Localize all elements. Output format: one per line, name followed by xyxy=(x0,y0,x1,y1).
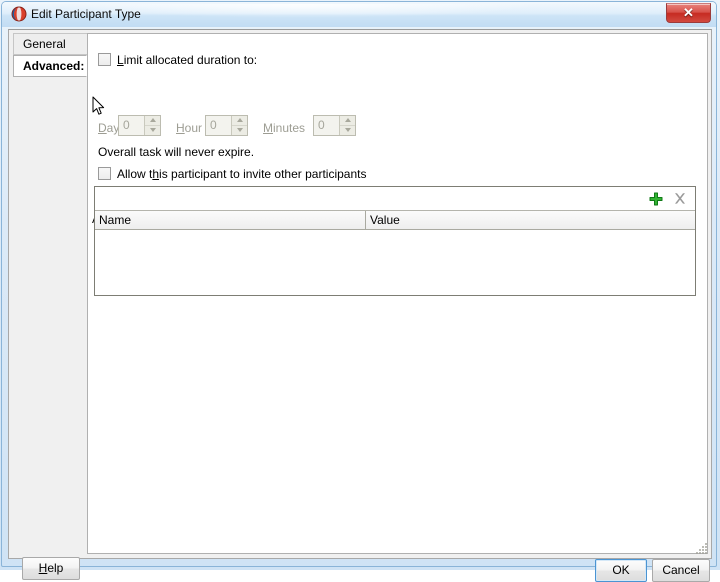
column-header-value[interactable]: Value xyxy=(366,211,695,229)
allow-invite-checkbox[interactable] xyxy=(98,167,111,180)
day-spinner-buttons[interactable] xyxy=(144,116,160,135)
day-spinner-down-icon[interactable] xyxy=(145,126,160,136)
minutes-spinner-down-icon[interactable] xyxy=(340,126,355,136)
help-text: elp xyxy=(47,561,64,575)
hour-text: our xyxy=(184,121,203,135)
column-header-name[interactable]: Name xyxy=(95,211,366,229)
tab-general-label: General xyxy=(23,37,66,51)
ok-button[interactable]: OK xyxy=(595,559,647,582)
help-button[interactable]: Help xyxy=(22,557,80,580)
limit-duration-checkbox[interactable] xyxy=(98,53,111,66)
close-icon: ✕ xyxy=(683,5,694,20)
hour-value: 0 xyxy=(210,118,217,132)
allow-invite-text-a: Allow t xyxy=(117,167,153,181)
day-spinner-up-icon[interactable] xyxy=(145,116,160,126)
minutes-spinner-buttons[interactable] xyxy=(339,116,355,135)
day-spinner[interactable]: 0 xyxy=(118,115,161,136)
day-label: Day xyxy=(98,121,119,135)
limit-duration-mnemonic: L xyxy=(117,53,124,67)
minutes-value: 0 xyxy=(318,118,325,132)
advanced-settings-panel: Limit allocated duration to: Day 0 Hour … xyxy=(87,33,708,554)
window-title: Edit Participant Type xyxy=(31,7,141,21)
minutes-spinner-up-icon[interactable] xyxy=(340,116,355,126)
minutes-label: Minutes xyxy=(263,121,305,135)
dialog-window: Edit Participant Type ✕ General Advanced… xyxy=(0,0,720,582)
hour-spinner-buttons[interactable] xyxy=(231,116,247,135)
hour-mnemonic: H xyxy=(176,121,185,135)
tab-advanced-label: Advanced: xyxy=(23,59,85,73)
delete-x-icon[interactable] xyxy=(672,191,688,207)
minutes-text: inutes xyxy=(273,121,306,135)
day-value: 0 xyxy=(123,118,130,132)
tab-strip: General Advanced: xyxy=(9,30,89,558)
hour-label: Hour xyxy=(176,121,202,135)
resize-grip[interactable] xyxy=(695,542,708,555)
close-window-button[interactable]: ✕ xyxy=(666,3,711,23)
assignment-context-toolbar xyxy=(95,187,695,211)
assignment-context-rows[interactable] xyxy=(95,230,695,295)
assignment-context-table: Name Value xyxy=(94,186,696,296)
tab-advanced[interactable]: Advanced: xyxy=(13,55,87,77)
expire-hint: Overall task will never expire. xyxy=(98,145,255,159)
cancel-button[interactable]: Cancel xyxy=(652,559,710,582)
day-mnemonic: D xyxy=(98,121,107,135)
allow-invite-text-b: is participant to invite other participa… xyxy=(159,167,367,181)
dialog-client-area: General Advanced: Limit allocated durati… xyxy=(8,29,712,582)
tab-general[interactable]: General xyxy=(13,33,87,55)
hour-spinner[interactable]: 0 xyxy=(205,115,248,136)
app-orb-icon xyxy=(11,6,27,22)
title-bar[interactable]: Edit Participant Type ✕ xyxy=(2,2,716,27)
allow-invite-label: Allow this participant to invite other p… xyxy=(117,167,366,181)
minutes-mnemonic: M xyxy=(263,121,273,135)
limit-duration-text: imit allocated duration to: xyxy=(123,53,258,67)
assignment-context-header-row: Name Value xyxy=(95,211,695,230)
minutes-spinner[interactable]: 0 xyxy=(313,115,356,136)
hour-spinner-down-icon[interactable] xyxy=(232,126,247,136)
plus-icon[interactable] xyxy=(648,191,664,207)
hour-spinner-up-icon[interactable] xyxy=(232,116,247,126)
limit-duration-label: Limit allocated duration to: xyxy=(117,53,257,67)
